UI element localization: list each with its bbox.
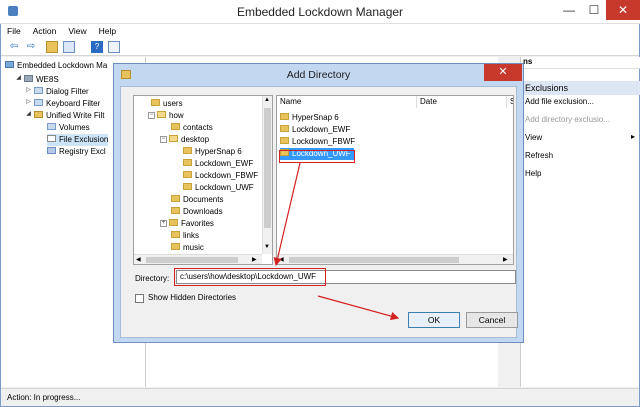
annotation-arrow-to-ok (317, 295, 400, 321)
annotation-arrow-to-input (273, 162, 301, 267)
annotation-arrows (273, 162, 400, 321)
